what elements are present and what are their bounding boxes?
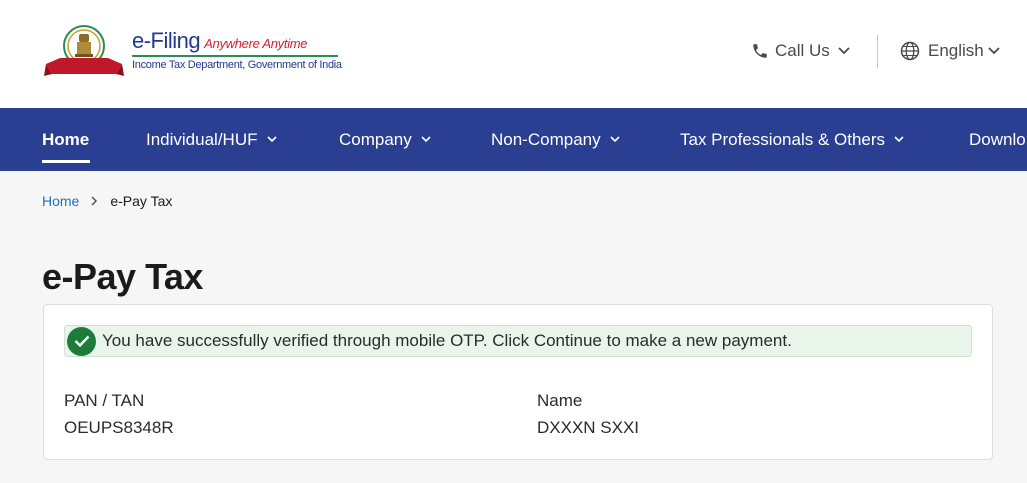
chevron-down-icon — [894, 136, 904, 143]
name-value: DXXXN SXXI — [537, 418, 640, 437]
nav-active-indicator — [42, 160, 90, 163]
brand: e-Filing Anywhere Anytime Income Tax Dep… — [132, 28, 342, 71]
nav-label: Non-Company — [491, 129, 601, 149]
check-circle-icon — [67, 326, 96, 356]
pan-value: OEUPS8348R — [64, 418, 174, 437]
language-label: English — [928, 41, 984, 60]
call-us-dropdown[interactable]: Call Us — [751, 38, 856, 64]
pan-label: PAN / TAN — [64, 391, 145, 410]
chevron-right-icon — [91, 196, 98, 206]
nav-home-label: Home — [42, 129, 90, 149]
success-message: You have successfully verified through m… — [102, 331, 792, 350]
page-title: e-Pay Tax — [42, 256, 203, 297]
chevron-down-icon — [988, 47, 1000, 55]
globe-icon — [900, 41, 920, 61]
chevron-down-icon — [266, 136, 277, 143]
breadcrumb-home-link[interactable]: Home — [42, 193, 79, 209]
verification-card: You have successfully verified through m… — [43, 304, 993, 460]
nav-tax-professionals[interactable]: Tax Professionals & Others — [680, 108, 904, 171]
brand-subtitle: Income Tax Department, Government of Ind… — [132, 59, 342, 71]
nav-label: Company — [339, 129, 412, 149]
phone-icon — [753, 44, 767, 58]
name-field: Name DXXXN SXXI — [537, 391, 639, 438]
brand-divider — [132, 55, 338, 57]
site-header: e-Filing Anywhere Anytime Income Tax Dep… — [0, 0, 1027, 108]
brand-title: e-Filing — [132, 28, 201, 53]
success-alert: You have successfully verified through m… — [64, 325, 972, 357]
chevron-down-icon — [610, 136, 620, 143]
income-tax-logo[interactable] — [42, 20, 126, 80]
brand-tagline: Anywhere Anytime — [204, 36, 308, 51]
nav-company[interactable]: Company — [339, 108, 431, 171]
breadcrumb: Home e-Pay Tax — [42, 193, 172, 209]
breadcrumb-current: e-Pay Tax — [110, 193, 173, 209]
name-label: Name — [537, 391, 583, 410]
nav-label: Tax Professionals & Others — [680, 129, 886, 149]
nav-non-company[interactable]: Non-Company — [491, 108, 620, 171]
main-nav: Home Individual/HUF Company Non-Company … — [0, 108, 1027, 171]
chevron-down-icon — [421, 136, 431, 143]
language-dropdown[interactable]: English — [900, 38, 1000, 64]
pan-field: PAN / TAN OEUPS8348R — [64, 391, 174, 438]
call-us-label: Call Us — [775, 41, 830, 60]
nav-individual-huf[interactable]: Individual/HUF — [146, 108, 277, 171]
nav-downloads[interactable]: Downlo — [969, 108, 1026, 171]
nav-label: Individual/HUF — [146, 129, 258, 149]
nav-label: Downlo — [969, 129, 1026, 149]
chevron-down-icon — [838, 47, 850, 55]
header-divider — [877, 35, 878, 68]
